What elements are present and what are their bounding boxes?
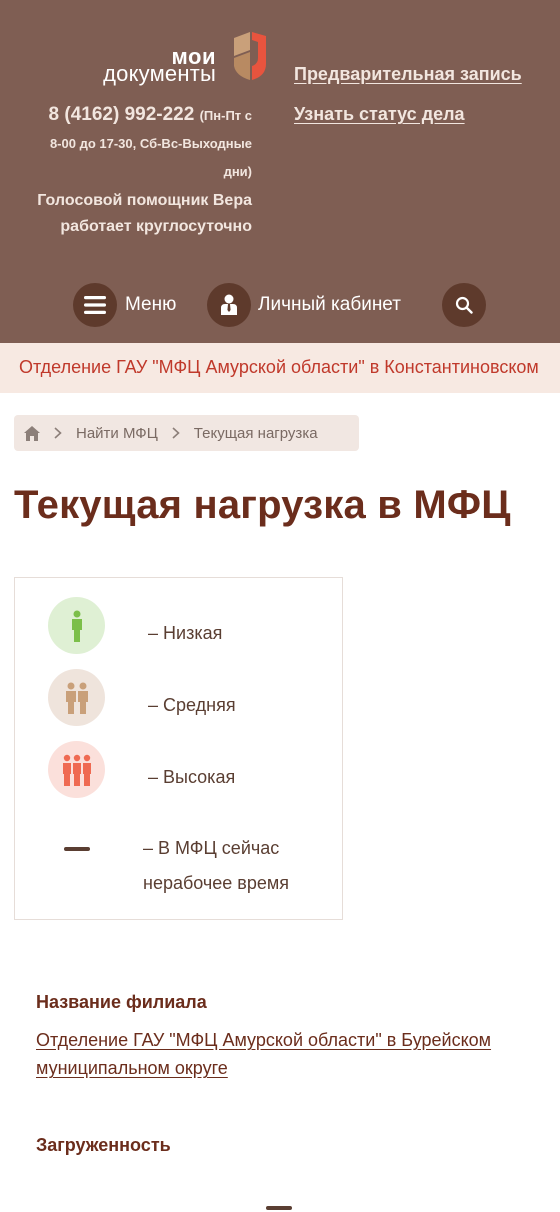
search-icon (455, 296, 473, 314)
legend-low: – Низкая (148, 623, 223, 643)
voice-assistant-line1: Голосовой помощник Вера (37, 192, 252, 209)
closed-dash-icon (64, 847, 90, 851)
working-hours-part2: 8-00 до 17-30, Сб-Вс-Выходные (49, 136, 252, 151)
legend-closed-line1: – В МФЦ сейчас (143, 838, 280, 858)
menu-label[interactable]: Меню (125, 294, 176, 316)
banner-text[interactable]: Отделение ГАУ "МФЦ Амурской области" в К… (19, 357, 539, 378)
chevron-right-icon (172, 427, 180, 439)
working-hours-part3: дни) (223, 164, 252, 179)
voice-assistant-line2: работает круглосуточно (60, 218, 252, 235)
user-icon (221, 294, 237, 315)
cabinet-button[interactable] (207, 283, 251, 327)
appointment-link[interactable]: Предварительная запись (294, 64, 522, 85)
load-legend: – Низкая – Средняя – Высокая – В МФЦ сей… (14, 577, 343, 920)
logo[interactable]: мои документы (78, 30, 270, 86)
nav-row: Меню Личный кабинет (0, 283, 560, 327)
load-heading: Загруженность (36, 1135, 171, 1155)
hamburger-icon (84, 296, 106, 314)
legend-high: – Высокая (148, 767, 236, 787)
branch-link[interactable]: Отделение ГАУ "МФЦ Амурской области" в Б… (36, 1026, 506, 1082)
working-hours-part1: (Пн-Пт с (199, 108, 252, 123)
legend-closed-line2: нерабочее время (143, 873, 290, 893)
page-title: Текущая нагрузка в МФЦ (14, 483, 511, 527)
breadcrumb-find-mfc[interactable]: Найти МФЦ (76, 425, 158, 442)
legend-medium: – Средняя (148, 695, 236, 715)
case-status-link[interactable]: Узнать статус дела (294, 104, 465, 125)
branch-name-heading: Название филиала (36, 992, 207, 1012)
search-button[interactable] (442, 283, 486, 327)
site-header: мои документы 8 (4162) 992-222 (Пн-Пт с … (0, 0, 560, 343)
high-load-icon (48, 741, 105, 798)
load-status-dash (266, 1206, 292, 1210)
chevron-right-icon (54, 427, 62, 439)
logo-text-line2: документы (103, 61, 216, 86)
phone-number[interactable]: 8 (4162) 992-222 (49, 104, 195, 125)
breadcrumb-current: Текущая нагрузка (193, 424, 318, 442)
breadcrumb: Найти МФЦ Текущая нагрузка (14, 415, 359, 451)
office-banner: Отделение ГАУ "МФЦ Амурской области" в К… (0, 343, 560, 393)
logo-mark-icon (234, 32, 266, 80)
cabinet-label[interactable]: Личный кабинет (258, 294, 401, 316)
contact-block: 8 (4162) 992-222 (Пн-Пт с 8-00 до 17-30,… (14, 100, 252, 240)
home-icon[interactable] (24, 425, 40, 441)
menu-button[interactable] (73, 283, 117, 327)
medium-load-icon (48, 669, 105, 726)
low-load-icon (48, 597, 105, 654)
